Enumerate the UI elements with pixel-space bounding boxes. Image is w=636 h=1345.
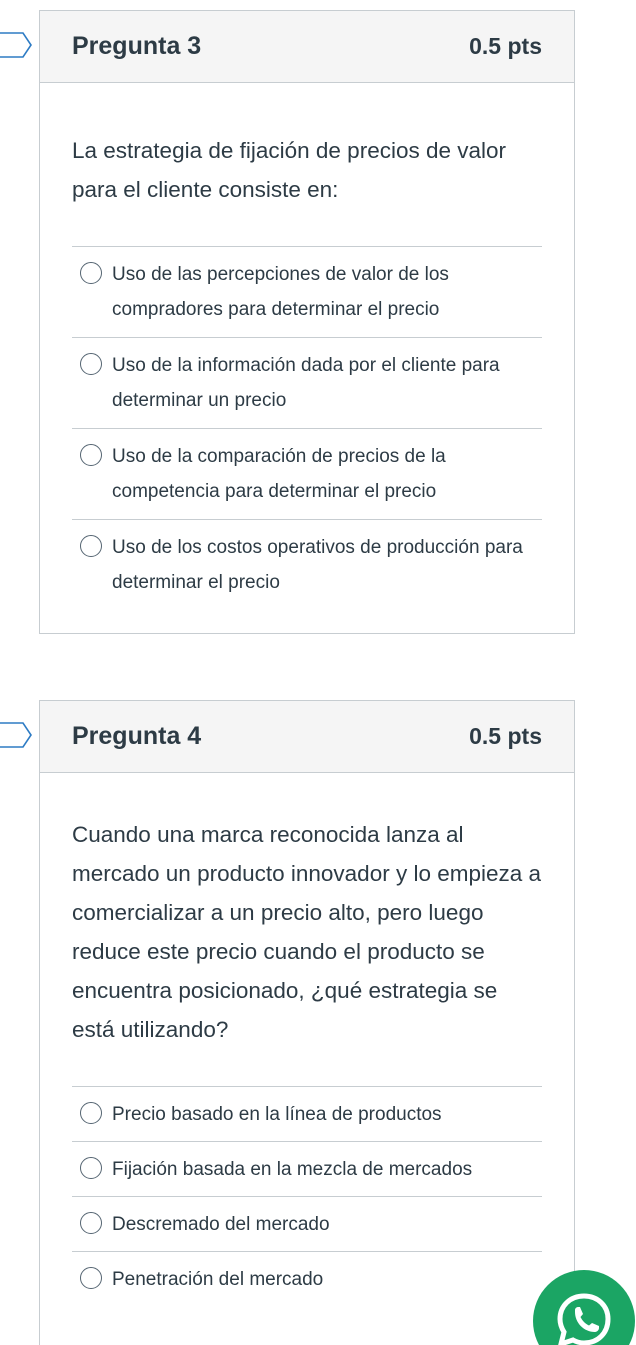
answer-option[interactable]: Descremado del mercado	[72, 1196, 542, 1251]
answer-option[interactable]: Penetración del mercado	[72, 1251, 542, 1306]
radio-button[interactable]	[80, 262, 102, 284]
radio-button[interactable]	[80, 353, 102, 375]
answer-label[interactable]: Uso de la comparación de precios de la c…	[112, 439, 542, 509]
answer-label[interactable]: Penetración del mercado	[112, 1262, 323, 1297]
question-text: La estrategia de fijación de precios de …	[72, 138, 507, 202]
radio-button[interactable]	[80, 535, 102, 557]
answer-label[interactable]: Uso de los costos operativos de producci…	[112, 530, 542, 600]
answer-option[interactable]: Fijación basada en la mezcla de mercados	[72, 1141, 542, 1196]
radio-button[interactable]	[80, 444, 102, 466]
question-body: Cuando una marca reconocida lanza al mer…	[40, 773, 574, 1306]
question-points: 0.5 pts	[469, 33, 542, 59]
answer-option[interactable]: Uso de la información dada por el client…	[72, 337, 542, 428]
answer-label[interactable]: Uso de las percepciones de valor de los …	[112, 257, 542, 327]
question-text: Cuando una marca reconocida lanza al mer…	[72, 822, 542, 1042]
question-title: Pregunta 3	[72, 32, 202, 60]
whatsapp-icon	[557, 1293, 611, 1345]
quiz-page: Pregunta 3 0.5 pts La estrategia de fija…	[0, 0, 636, 1345]
flag-question-icon[interactable]	[0, 720, 34, 750]
question-body: La estrategia de fijación de precios de …	[40, 83, 574, 610]
answer-option[interactable]: Precio basado en la línea de productos	[72, 1086, 542, 1141]
question-header: Pregunta 3 0.5 pts	[40, 11, 574, 83]
answer-label[interactable]: Precio basado en la línea de productos	[112, 1097, 442, 1132]
radio-button[interactable]	[80, 1267, 102, 1289]
radio-button[interactable]	[80, 1102, 102, 1124]
radio-button[interactable]	[80, 1157, 102, 1179]
question-title: Pregunta 4	[72, 722, 202, 750]
question-4: Pregunta 4 0.5 pts Cuando una marca reco…	[39, 700, 575, 1345]
answer-option[interactable]: Uso de los costos operativos de producci…	[72, 519, 542, 610]
answer-list: Uso de las percepciones de valor de los …	[72, 246, 542, 610]
answer-label[interactable]: Uso de la información dada por el client…	[112, 348, 542, 418]
answer-list: Precio basado en la línea de productos F…	[72, 1086, 542, 1306]
question-3: Pregunta 3 0.5 pts La estrategia de fija…	[39, 10, 575, 634]
question-header: Pregunta 4 0.5 pts	[40, 701, 574, 773]
answer-option[interactable]: Uso de las percepciones de valor de los …	[72, 246, 542, 337]
answer-label[interactable]: Descremado del mercado	[112, 1207, 330, 1242]
answer-option[interactable]: Uso de la comparación de precios de la c…	[72, 428, 542, 519]
flag-question-icon[interactable]	[0, 30, 34, 60]
question-points: 0.5 pts	[469, 723, 542, 749]
radio-button[interactable]	[80, 1212, 102, 1234]
answer-label[interactable]: Fijación basada en la mezcla de mercados	[112, 1152, 472, 1187]
